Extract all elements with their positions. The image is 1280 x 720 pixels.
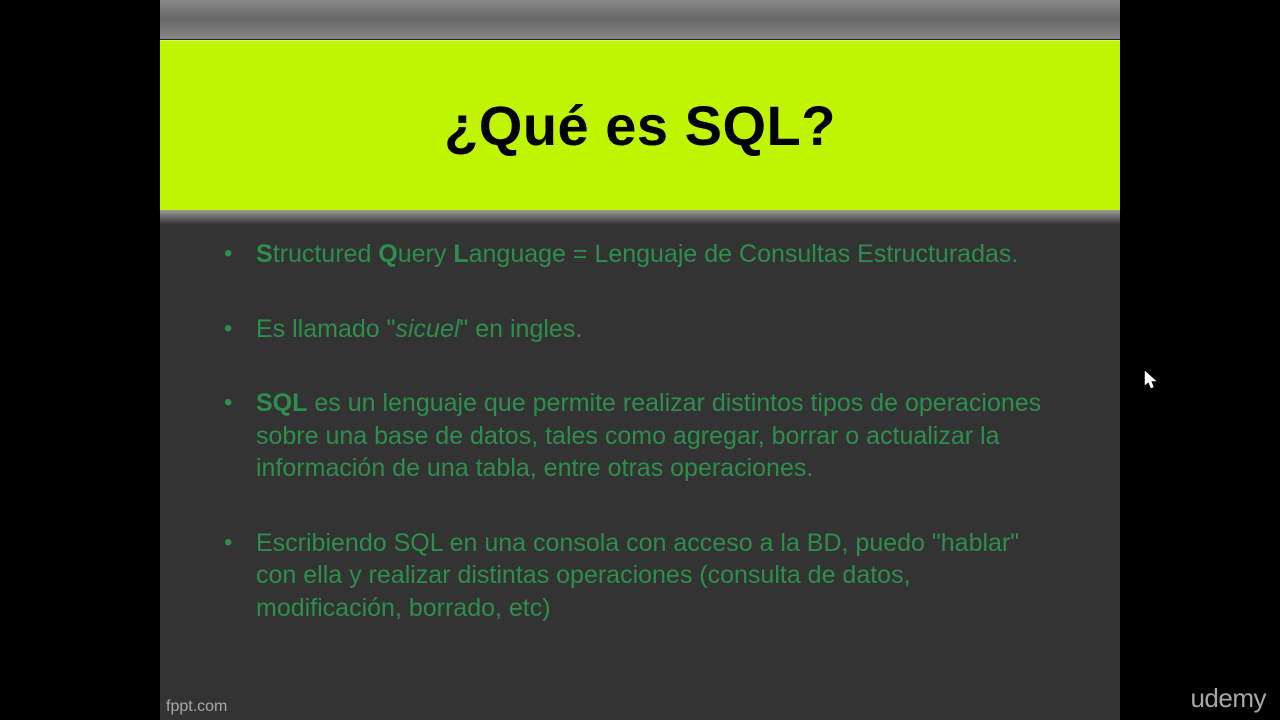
text: es un lenguaje que permite realizar dist…: [256, 389, 1041, 482]
title-band: ¿Qué es SQL?: [160, 40, 1120, 210]
footer-attribution: fppt.com: [166, 698, 227, 716]
bold-text: SQL: [256, 389, 307, 417]
slide-title: ¿Qué es SQL?: [444, 93, 836, 158]
text: tructured: [273, 240, 379, 268]
bullet-3: SQL es un lenguaje que permite realizar …: [220, 387, 1060, 485]
bold-text: Q: [378, 240, 397, 268]
text: uery: [398, 240, 454, 268]
udemy-watermark: udemy: [1190, 683, 1266, 714]
slide: ¿Qué es SQL? Structured Query Language =…: [160, 0, 1120, 720]
bullet-1: Structured Query Language = Lenguaje de …: [220, 238, 1060, 271]
bullet-list: Structured Query Language = Lenguaje de …: [220, 238, 1060, 624]
mouse-cursor-icon: [1144, 370, 1158, 390]
text: " en ingles.: [459, 315, 582, 343]
slide-body: Structured Query Language = Lenguaje de …: [160, 224, 1120, 666]
bullet-2: Es llamado "sicuel" en ingles.: [220, 313, 1060, 346]
top-bar: [160, 0, 1120, 40]
text: Escribiendo SQL en una consola con acces…: [256, 529, 1019, 622]
title-shadow: [160, 210, 1120, 224]
bullet-4: Escribiendo SQL en una consola con acces…: [220, 527, 1060, 625]
bold-text: S: [256, 240, 273, 268]
bold-text: L: [453, 240, 468, 268]
italic-text: sicuel: [396, 315, 460, 343]
text: anguage = Lenguaje de Consultas Estructu…: [469, 240, 1019, 268]
text: Es llamado ": [256, 315, 396, 343]
